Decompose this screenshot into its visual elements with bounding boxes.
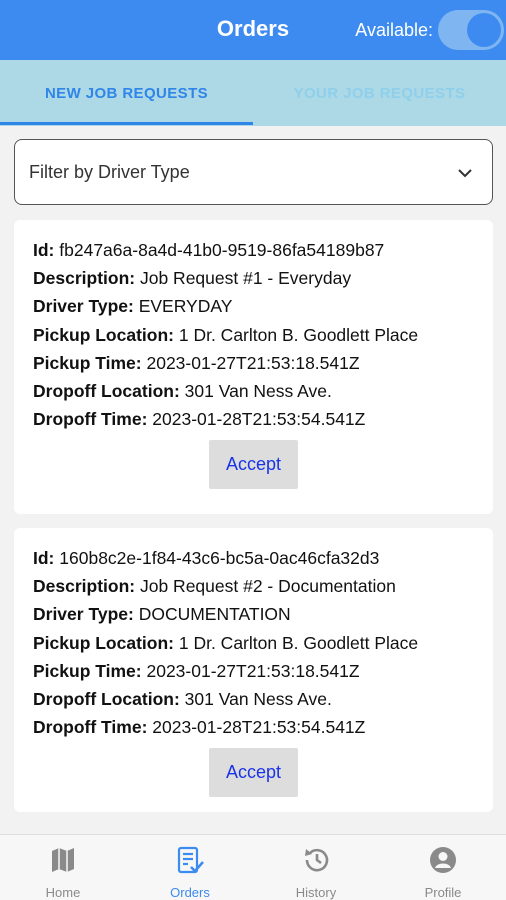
nav-history-label: History xyxy=(295,885,337,900)
tab-your-job-requests[interactable]: YOUR JOB REQUESTS xyxy=(253,60,506,126)
job-description-row: Description: Job Request #2 - Documentat… xyxy=(33,576,396,596)
profile-icon xyxy=(430,847,456,873)
nav-profile-label: Profile xyxy=(424,885,462,900)
nav-orders[interactable]: Orders xyxy=(127,835,253,900)
nav-home[interactable]: Home xyxy=(0,835,126,900)
nav-profile[interactable]: Profile xyxy=(380,835,506,900)
job-pickup-location-row: Pickup Location: 1 Dr. Carlton B. Goodle… xyxy=(33,325,419,345)
job-card: Id: fb247a6a-8a4d-41b0-9519-86fa54189b87… xyxy=(14,220,493,514)
orders-check-icon xyxy=(177,846,204,874)
toggle-knob xyxy=(467,13,501,47)
nav-orders-label: Orders xyxy=(170,885,210,900)
accept-button[interactable]: Accept xyxy=(209,748,298,797)
job-dropoff-location-row: Dropoff Location: 301 Van Ness Ave. xyxy=(33,689,332,709)
driver-type-filter[interactable]: Filter by Driver Type xyxy=(14,139,493,205)
accept-button[interactable]: Accept xyxy=(209,440,298,489)
tab-bar: NEW JOB REQUESTS YOUR JOB REQUESTS xyxy=(0,60,506,126)
filter-placeholder: Filter by Driver Type xyxy=(29,162,190,182)
available-toggle[interactable] xyxy=(438,10,504,50)
job-dropoff-time-row: Dropoff Time: 2023-01-28T21:53:54.541Z xyxy=(33,409,366,429)
job-dropoff-location-row: Dropoff Location: 301 Van Ness Ave. xyxy=(33,381,332,401)
chevron-down-icon xyxy=(458,169,472,178)
map-icon xyxy=(52,848,74,872)
job-pickup-time-row: Pickup Time: 2023-01-27T21:53:18.541Z xyxy=(33,661,360,681)
job-pickup-location-row: Pickup Location: 1 Dr. Carlton B. Goodle… xyxy=(33,633,419,653)
active-tab-indicator xyxy=(0,122,253,125)
app-header: Orders Available: xyxy=(0,0,506,60)
job-dropoff-time-row: Dropoff Time: 2023-01-28T21:53:54.541Z xyxy=(33,717,366,737)
job-pickup-time-row: Pickup Time: 2023-01-27T21:53:18.541Z xyxy=(33,353,360,373)
bottom-navigation: Home Orders History Profile xyxy=(0,834,506,900)
nav-home-label: Home xyxy=(45,885,81,900)
job-card: Id: 160b8c2e-1f84-43c6-bc5a-0ac46cfa32d3… xyxy=(14,528,493,812)
job-description-row: Description: Job Request #1 - Everyday xyxy=(33,268,352,288)
available-label: Available: xyxy=(355,20,433,40)
job-id-row: Id: 160b8c2e-1f84-43c6-bc5a-0ac46cfa32d3 xyxy=(33,548,380,568)
job-driver-type-row: Driver Type: EVERYDAY xyxy=(33,296,233,316)
tab-new-job-requests[interactable]: NEW JOB REQUESTS xyxy=(0,60,253,126)
job-id-row: Id: fb247a6a-8a4d-41b0-9519-86fa54189b87 xyxy=(33,240,385,260)
nav-history[interactable]: History xyxy=(253,835,379,900)
history-icon xyxy=(305,848,329,872)
job-driver-type-row: Driver Type: DOCUMENTATION xyxy=(33,604,291,624)
